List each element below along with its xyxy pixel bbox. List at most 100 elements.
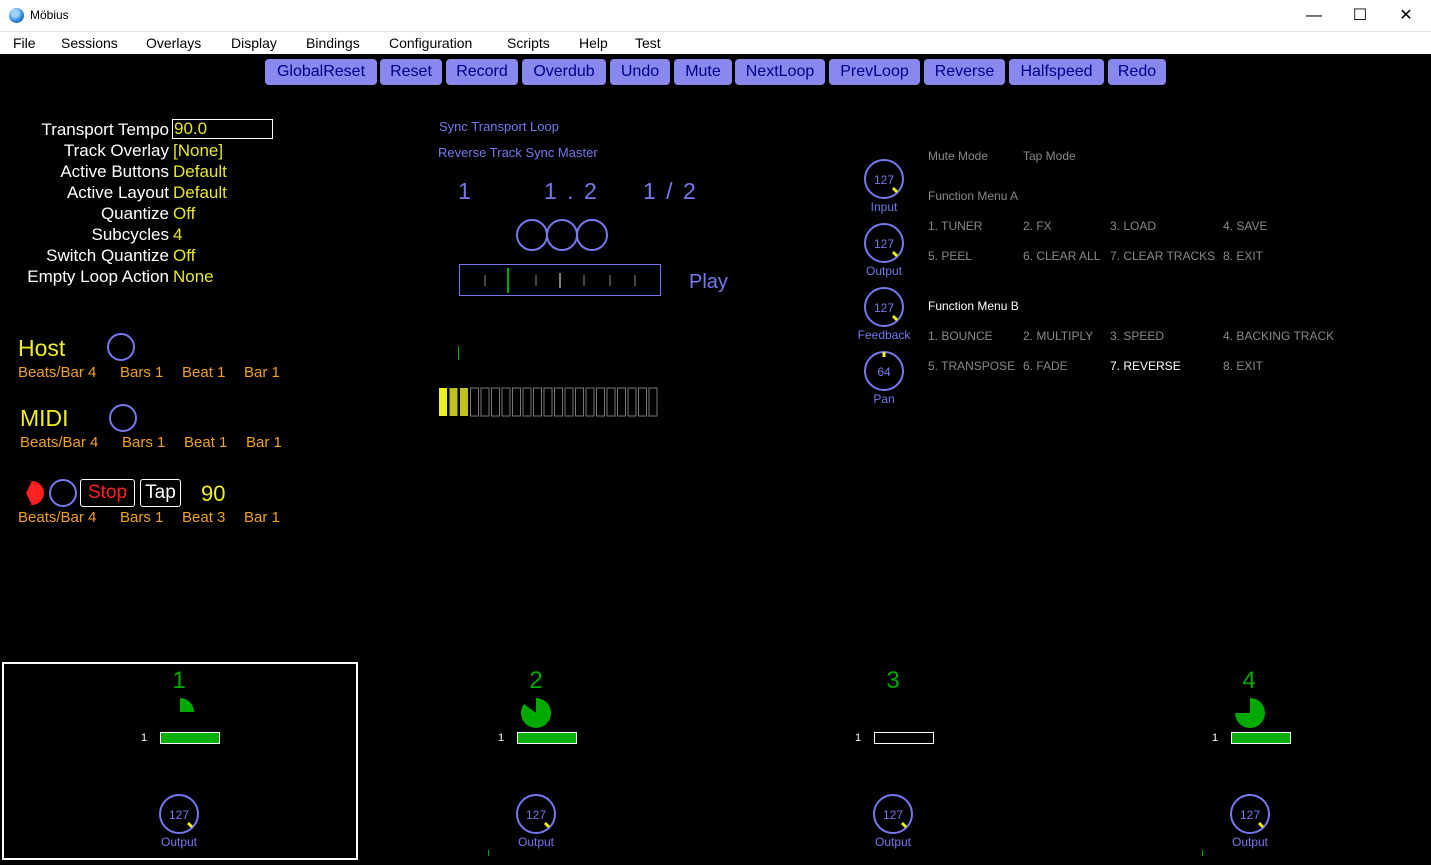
level-meter-segment bbox=[575, 387, 584, 417]
menu-b-item-7[interactable]: 7. REVERSE bbox=[1110, 359, 1181, 373]
param-value-active-layout[interactable]: Default bbox=[173, 183, 227, 203]
track-2-output-value: 127 bbox=[526, 808, 546, 822]
level-meter-segment bbox=[439, 388, 447, 416]
minimize-button[interactable]: — bbox=[1291, 0, 1337, 31]
track-1-loop-bar bbox=[160, 732, 220, 744]
host-sync-label: Host bbox=[18, 335, 66, 361]
level-meter-segment bbox=[617, 387, 626, 417]
menu-a-item-2[interactable]: 2. FX bbox=[1023, 219, 1052, 233]
mobius-app-icon bbox=[9, 8, 24, 23]
redo-button[interactable]: Redo bbox=[1108, 59, 1166, 85]
menu-a-item-7[interactable]: 7. CLEAR TRACKS bbox=[1110, 249, 1215, 263]
menu-b-item-3[interactable]: 3. SPEED bbox=[1110, 329, 1164, 343]
track-4-output-label: Output bbox=[1231, 835, 1269, 849]
track-4-loop-number: 1 bbox=[1212, 732, 1219, 744]
param-value-switch-quantize[interactable]: Off bbox=[173, 246, 195, 266]
pan-knob-value: 64 bbox=[877, 365, 891, 379]
transport-tempo-display: 90 bbox=[201, 481, 226, 506]
sync-transport-label: Sync Transport Loop bbox=[439, 119, 559, 134]
level-meter-segment bbox=[638, 387, 647, 417]
param-value-subcycles[interactable]: 4 bbox=[173, 225, 182, 245]
menu-test[interactable]: Test bbox=[635, 35, 661, 51]
level-meter-segment bbox=[627, 387, 637, 417]
menu-a-item-1[interactable]: 1. TUNER bbox=[928, 219, 982, 233]
function-menu-b-title: Function Menu B bbox=[928, 299, 1019, 313]
menu-b-item-5[interactable]: 5. TRANSPOSE bbox=[928, 359, 1015, 373]
param-value-active-buttons[interactable]: Default bbox=[173, 162, 227, 182]
level-meter-segment bbox=[470, 387, 479, 417]
transport-tempo-input[interactable]: 90.0 bbox=[172, 119, 273, 139]
menu-a-item-3[interactable]: 3. LOAD bbox=[1110, 219, 1156, 233]
param-value-quantize[interactable]: Off bbox=[173, 204, 195, 224]
menu-help[interactable]: Help bbox=[579, 35, 608, 51]
track-4-output-knob[interactable]: 127 bbox=[1230, 794, 1270, 834]
track-4-level-tick bbox=[1202, 850, 1203, 856]
track-1-progress-pie bbox=[180, 698, 194, 712]
track-2-loop-bar bbox=[517, 732, 577, 744]
record-button[interactable]: Record bbox=[446, 59, 518, 85]
track-3-loop-number: 1 bbox=[855, 732, 862, 744]
menu-b-item-6[interactable]: 6. FADE bbox=[1023, 359, 1068, 373]
midi-sync-label: MIDI bbox=[20, 405, 69, 431]
transport-tap-button[interactable]: Tap bbox=[140, 479, 181, 507]
track-1-output-knob[interactable]: 127 bbox=[159, 794, 199, 834]
next-loop-button[interactable]: NextLoop bbox=[735, 59, 825, 85]
menu-file[interactable]: File bbox=[13, 35, 36, 51]
level-meter-segment bbox=[480, 387, 490, 417]
track-1-output-value: 127 bbox=[169, 808, 189, 822]
host-bar: Bar 1 bbox=[244, 364, 280, 381]
feedback-knob[interactable]: 127 bbox=[864, 287, 904, 327]
output-knob[interactable]: 127 bbox=[864, 223, 904, 263]
menu-b-item-4[interactable]: 4. BACKING TRACK bbox=[1223, 329, 1334, 343]
window-titlebar: Möbius — ☐ ✕ bbox=[0, 0, 1431, 32]
prev-loop-button[interactable]: PrevLoop bbox=[829, 59, 920, 85]
param-label-active-layout: Active Layout bbox=[66, 183, 169, 202]
transport-stop-button[interactable]: Stop bbox=[80, 479, 135, 507]
track-2-output-knob[interactable]: 127 bbox=[516, 794, 556, 834]
menu-b-item-2[interactable]: 2. MULTIPLY bbox=[1023, 329, 1093, 343]
level-meter-segment bbox=[460, 388, 468, 416]
reverse-button[interactable]: Reverse bbox=[924, 59, 1005, 85]
overdub-button[interactable]: Overdub bbox=[522, 59, 606, 85]
menu-a-item-8[interactable]: 8. EXIT bbox=[1223, 249, 1263, 263]
midi-beat: Beat 1 bbox=[184, 434, 228, 451]
menu-display[interactable]: Display bbox=[231, 35, 277, 51]
mute-button[interactable]: Mute bbox=[674, 59, 732, 85]
halfspeed-button[interactable]: Halfspeed bbox=[1009, 59, 1104, 85]
global-reset-button[interactable]: GlobalReset bbox=[265, 59, 377, 85]
param-value-track-overlay[interactable]: [None] bbox=[173, 141, 223, 161]
menu-b-item-8[interactable]: 8. EXIT bbox=[1223, 359, 1263, 373]
menu-overlays[interactable]: Overlays bbox=[146, 35, 201, 51]
menu-sessions[interactable]: Sessions bbox=[61, 35, 118, 51]
level-meter-segment bbox=[543, 387, 553, 417]
menu-configuration[interactable]: Configuration bbox=[389, 35, 472, 51]
layer-indicator-3 bbox=[576, 219, 608, 251]
track-2-level-tick bbox=[488, 850, 489, 856]
param-value-empty-loop-action[interactable]: None bbox=[173, 267, 214, 287]
close-button[interactable]: ✕ bbox=[1383, 0, 1429, 31]
ratio-display: 1 / 2 bbox=[643, 178, 698, 204]
pan-knob[interactable]: 64 bbox=[864, 351, 904, 391]
menu-bindings[interactable]: Bindings bbox=[306, 35, 360, 51]
reverse-track-sync-label: Reverse Track Sync Master bbox=[438, 145, 598, 160]
param-label-subcycles: Subcycles bbox=[91, 225, 169, 244]
track-3-output-knob[interactable]: 127 bbox=[873, 794, 913, 834]
reset-button[interactable]: Reset bbox=[380, 59, 442, 85]
transport-beat-indicator bbox=[49, 479, 77, 507]
menu-b-item-1[interactable]: 1. BOUNCE bbox=[928, 329, 993, 343]
midi-beats-per-bar: Beats/Bar 4 bbox=[20, 434, 99, 451]
maximize-button[interactable]: ☐ bbox=[1337, 0, 1383, 31]
menu-a-item-5[interactable]: 5. PEEL bbox=[928, 249, 972, 263]
menu-a-item-6[interactable]: 6. CLEAR ALL bbox=[1023, 249, 1100, 263]
undo-button[interactable]: Undo bbox=[610, 59, 670, 85]
pan-knob-label: Pan bbox=[873, 392, 895, 406]
track-4-output-value: 127 bbox=[1240, 808, 1260, 822]
tap-mode-label: Tap Mode bbox=[1023, 149, 1076, 163]
midi-beat-indicator bbox=[109, 404, 137, 432]
menu-a-item-4[interactable]: 4. SAVE bbox=[1223, 219, 1267, 233]
param-label-switch-quantize: Switch Quantize bbox=[46, 246, 169, 265]
track-4-progress-pie bbox=[1235, 698, 1265, 728]
input-knob[interactable]: 127 bbox=[864, 159, 904, 199]
track-2-loop-number: 1 bbox=[498, 732, 505, 744]
menu-scripts[interactable]: Scripts bbox=[507, 35, 550, 51]
